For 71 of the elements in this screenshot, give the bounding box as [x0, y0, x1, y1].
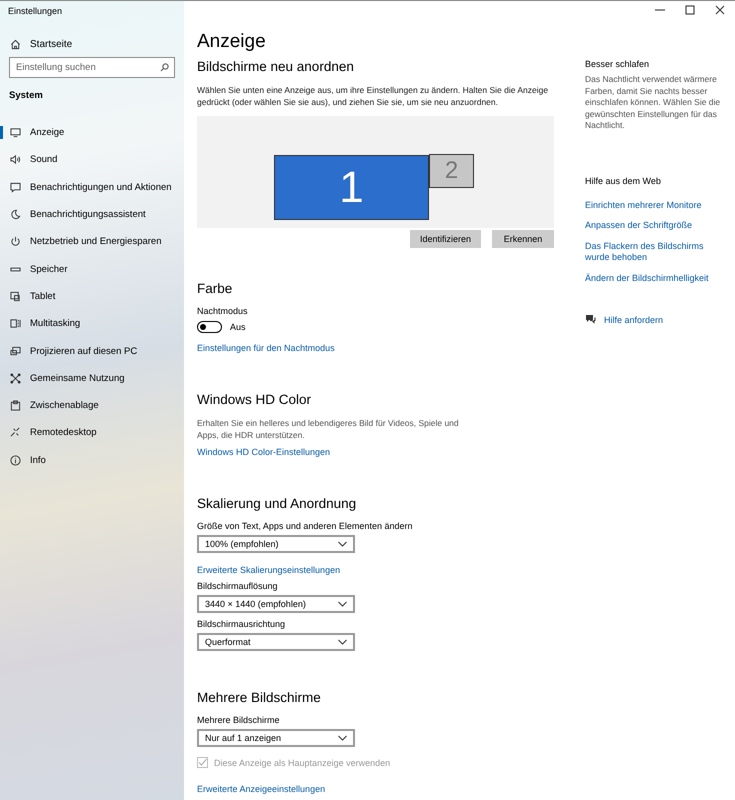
field-label: Bildschirmauflösung	[197, 581, 279, 591]
multitasking-icon	[10, 318, 21, 330]
section-title: System	[8, 89, 44, 103]
moon-icon	[10, 209, 21, 220]
dropdown[interactable]: 100% (empfohlen)	[197, 535, 355, 553]
window-title: Einstellungen	[7, 5, 64, 18]
message-icon	[10, 182, 21, 193]
chevron-icon	[338, 601, 347, 607]
action-button[interactable]: Identifizieren	[410, 230, 481, 248]
projector-icon	[10, 346, 21, 357]
chevron-icon	[338, 639, 347, 645]
section-heading: Windows HD Color	[197, 392, 312, 407]
field-label: Nachtmodus	[197, 306, 249, 316]
tip-heading: Besser schlafen	[585, 59, 650, 69]
speaker-icon	[10, 154, 21, 166]
description: Wählen Sie unten eine Anzeige aus, um ihre Einstellungen zu ändern. Halten Sie die Anzeige gedrückt (oder wählen Sie sie aus), und ziehen Sie sie, um sie neu anzuordnen.	[197, 84, 550, 108]
sidebar-item[interactable]: Benachrichtigungen und Aktionen	[0, 174, 184, 201]
tip-text: Das Nachtlicht verwendet wärmere Farben, damit Sie nachts besser einschlafen können. Wählen Sie die gewünschten Einstellungen für das Nachtlicht.	[585, 74, 722, 132]
power-icon	[10, 236, 21, 248]
sidebar-item[interactable]: Netzbetrieb und Energiesparen	[0, 228, 184, 256]
settings-link[interactable]: Erweiterte Anzeigeeinstellungen	[197, 784, 326, 794]
help-heading: Hilfe aus dem Web	[585, 176, 662, 186]
monitor-tile[interactable]: 1	[274, 155, 429, 220]
help-link[interactable]: Anpassen der Schriftgröße	[585, 220, 723, 232]
sidebar-item[interactable]: Projizieren auf diesen PC	[0, 337, 184, 365]
info-icon	[10, 454, 21, 466]
share-icon	[10, 372, 21, 384]
sidebar-item[interactable]: Anzeige	[0, 119, 184, 146]
sidebar-item[interactable]: Sound	[0, 146, 184, 174]
settings-link[interactable]: Erweiterte Skalierungseinstellungen	[197, 565, 340, 575]
sidebar-item[interactable]: Benachrichtigungsassistent	[0, 200, 184, 228]
dropdown[interactable]: Querformat	[197, 633, 355, 651]
sidebar-item[interactable]: Zwischenablage	[0, 392, 184, 420]
sidebar-item[interactable]: Speicher	[0, 255, 184, 283]
field-label: Bildschirmausrichtung	[197, 619, 286, 629]
section-heading: Bildschirme neu anordnen	[197, 59, 355, 74]
tablet-icon	[10, 290, 21, 302]
settings-link[interactable]: Windows HD Color-Einstellungen	[197, 447, 330, 457]
search-field[interactable]: Einstellung suchen	[9, 57, 175, 78]
remote-icon	[10, 427, 21, 438]
page-title: Anzeige	[197, 31, 267, 53]
sidebar-item[interactable]: Remotedesktop	[0, 419, 184, 447]
section-heading: Skalierung und Anordnung	[197, 496, 358, 511]
help-link[interactable]: Ändern der Bildschirmhelligkeit	[585, 272, 723, 284]
sidebar-item[interactable]: Info	[0, 446, 184, 474]
clipboard-icon	[10, 400, 21, 412]
sidebar-item[interactable]: Tablet	[0, 282, 184, 310]
help-link[interactable]: Einrichten mehrerer Monitore	[585, 200, 723, 211]
monitor-icon	[10, 127, 21, 138]
toggle-switch[interactable]	[197, 321, 222, 333]
home-icon	[10, 38, 21, 50]
action-button[interactable]: Erkennen	[492, 230, 554, 248]
sidebar-item[interactable]: Multitasking	[0, 310, 184, 338]
search-icon	[160, 63, 169, 72]
section-heading: Mehrere Bildschirme	[197, 690, 322, 705]
toggle-state: Aus	[230, 322, 246, 332]
field-label: Mehrere Bildschirme	[197, 715, 281, 725]
home-link[interactable]: Startseite	[30, 38, 72, 50]
chevron-icon	[338, 541, 347, 547]
dropdown[interactable]: Nur auf 1 anzeigen	[197, 729, 355, 747]
field-label: Größe von Text, Apps und anderen Elementen ändern	[197, 521, 414, 531]
chevron-icon	[338, 735, 347, 741]
section-heading: Farbe	[197, 281, 234, 296]
chat-icon	[585, 314, 596, 325]
support-link[interactable]: Hilfe anfordern	[604, 314, 664, 324]
description: Erhalten Sie ein helleres und lebendigeres Bild für Videos, Spiele und Apps, die HDR unterstützen.	[197, 417, 459, 441]
sidebar-item[interactable]: Gemeinsame Nutzung	[0, 364, 184, 392]
checkbox-label: Diese Anzeige als Hauptanzeige verwenden	[214, 758, 390, 768]
help-link[interactable]: Das Flackern des Bildschirms wurde behoben	[585, 240, 723, 264]
settings-link[interactable]: Einstellungen für den Nachtmodus	[197, 343, 335, 353]
dropdown[interactable]: 3440 × 1440 (empfohlen)	[197, 595, 355, 613]
